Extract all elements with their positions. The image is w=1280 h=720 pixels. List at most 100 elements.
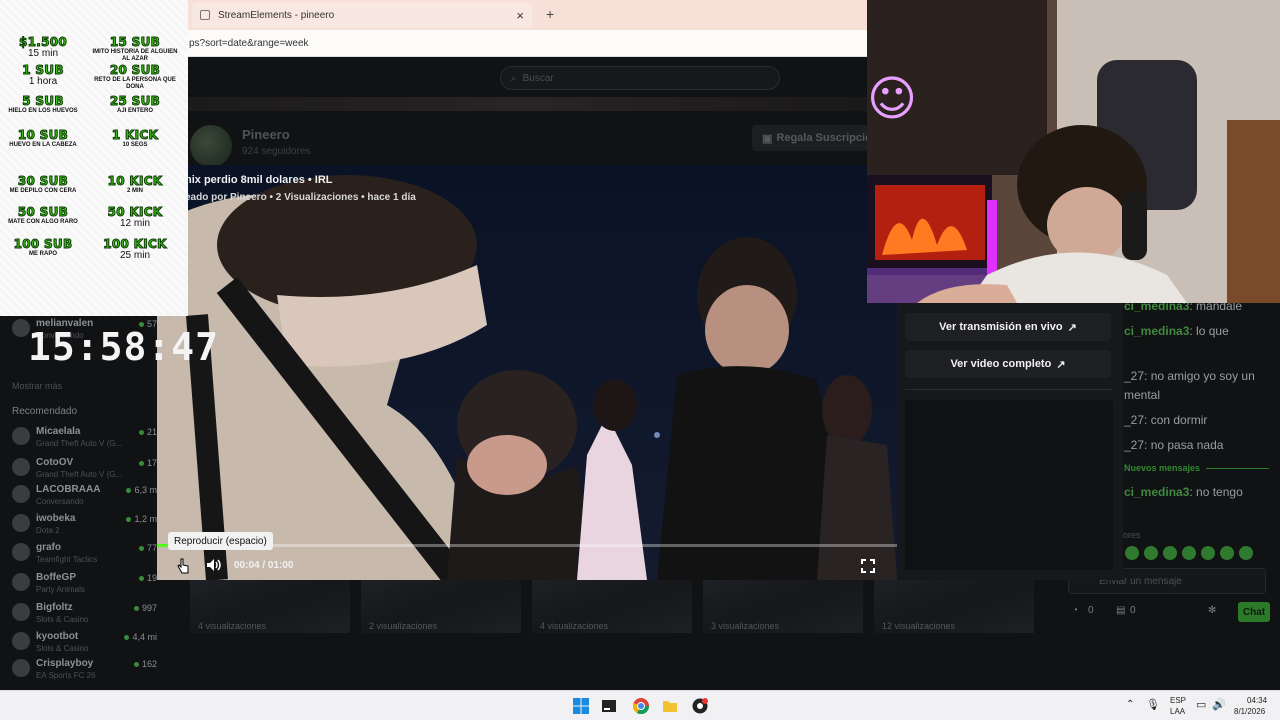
chat-text: _27: no pasa nada xyxy=(1124,438,1224,452)
language-top[interactable]: ESP xyxy=(1170,696,1186,705)
avatar xyxy=(12,514,30,532)
sidebar-item-name: LACOBRAAA xyxy=(36,484,101,495)
file-explorer-button[interactable] xyxy=(662,698,678,714)
task-view-button[interactable] xyxy=(601,698,617,714)
avatar xyxy=(12,543,30,561)
sub-goals-overlay: $1.500 15 min 15 SUB IMITO HISTORIA DE ALGU… xyxy=(0,0,188,316)
avatar xyxy=(12,659,30,677)
sub-goal: 100 KICK 25 min xyxy=(92,238,178,261)
sidebar-item-crisplayboy[interactable]: Crisplayboy EA Sports FC 26 162 xyxy=(10,656,157,682)
emote[interactable] xyxy=(1201,546,1215,560)
webcam-overlay: ☺ xyxy=(867,0,1280,303)
volume-button[interactable] xyxy=(206,558,222,575)
browser-tab-strip: StreamElements - pineero × + xyxy=(188,0,867,30)
sidebar-item-lacobraaa[interactable]: LACOBRAAA Conversando 6,3 m xyxy=(10,482,157,508)
gift-icon: ▣ xyxy=(762,132,773,145)
sidebar-item-name: kyootbot xyxy=(36,631,79,642)
webcam-image: ☺ xyxy=(867,0,1280,303)
video-frame xyxy=(157,165,897,580)
new-tab-button[interactable]: + xyxy=(546,6,554,22)
chat-text: : lo que xyxy=(1189,324,1229,338)
clock-time[interactable]: 04:34 xyxy=(1247,696,1267,705)
avatar xyxy=(12,485,30,503)
emote[interactable] xyxy=(1125,546,1139,560)
sub-goal-reward: 10 SEGS xyxy=(122,142,148,148)
sidebar-item-iwobeka[interactable]: iwobeka Dota 2 1,2 m xyxy=(10,511,157,537)
fullscreen-button[interactable] xyxy=(861,559,875,576)
sidebar-item-name: CotoOV xyxy=(36,457,74,468)
emote[interactable] xyxy=(1239,546,1253,560)
close-tab-icon[interactable]: × xyxy=(516,8,524,23)
address-bar[interactable]: ps?sort=date&range=week xyxy=(188,30,867,57)
chat-text: _27: no amigo yo soy un xyxy=(1124,369,1255,383)
network-icon[interactable]: ▭ xyxy=(1196,698,1206,711)
sub-goal-target: $1.500 xyxy=(18,35,68,49)
sub-goal-target: 50 KICK xyxy=(107,205,163,219)
sidebar-item-bigfoltz[interactable]: Bigfoltz Slots & Casino 997 xyxy=(10,600,157,626)
watch-live-label: Ver transmisión en vivo xyxy=(939,321,1063,333)
chat-message: mental xyxy=(1124,388,1160,402)
settings-icon[interactable]: ✻ xyxy=(1208,605,1216,616)
sub-goal-target: 15 SUB xyxy=(109,35,161,49)
sidebar-item-boffegp[interactable]: BoffeGP Party Animals 19 xyxy=(10,570,157,596)
gift-sub-button[interactable]: ▣ Regala Suscripció xyxy=(752,125,867,151)
search-icon: ⌕ xyxy=(511,72,517,84)
sub-goal-reward: AJI ENTERO xyxy=(116,108,153,114)
sub-goal-target: 20 SUB xyxy=(109,63,161,77)
new-messages-divider[interactable]: Nuevos mensajes xyxy=(1124,463,1269,473)
video-player[interactable] xyxy=(157,165,897,580)
show-more-link[interactable]: Mostrar más xyxy=(12,381,62,391)
full-video-button[interactable]: Ver video completo ↗ xyxy=(905,350,1111,378)
sub-goal-reward: 2 MIN xyxy=(126,188,143,194)
sub-goal-target: 100 SUB xyxy=(13,237,73,251)
show-hidden-icons[interactable]: ⌃ xyxy=(1126,699,1134,710)
sidebar-item-viewers: 1,2 m xyxy=(126,514,157,524)
external-link-icon: ↗ xyxy=(1056,358,1066,371)
chat-send-button[interactable]: Chat xyxy=(1238,602,1270,622)
emote[interactable] xyxy=(1144,546,1158,560)
chat-username[interactable]: ci_medina3 xyxy=(1124,324,1189,338)
channel-banner xyxy=(188,97,868,111)
screen: ⌕ Buscar Pineero 924 seguidores ▣ Regala… xyxy=(0,0,1280,720)
obs-taskbar-button[interactable] xyxy=(692,698,708,714)
language-bottom[interactable]: LAA xyxy=(1170,707,1185,716)
browser-tab[interactable]: StreamElements - pineero × xyxy=(192,2,532,28)
emote[interactable] xyxy=(1182,546,1196,560)
sidebar-item-kyootbot[interactable]: kyootbot Slots & Casino 4,4 mi xyxy=(10,629,157,655)
microphone-icon[interactable]: 🎙 xyxy=(1146,698,1160,711)
emote[interactable] xyxy=(1163,546,1177,560)
sidebar-item-grafo[interactable]: grafo Teamfight Tactics 77 xyxy=(10,540,157,566)
sub-goal: 30 SUB ME DEPILO CON CERA xyxy=(0,175,86,195)
panel-content-box xyxy=(905,400,1113,570)
sidebar-item-micaelala[interactable]: Micaelala Grand Theft Auto V (G... 21 xyxy=(10,424,157,450)
sidebar-item-game: Dota 2 xyxy=(36,526,60,535)
sub-goal: 1 SUB 1 hora xyxy=(0,64,86,87)
sidebar-item-game: Conversando xyxy=(36,497,84,506)
sidebar-item-game: EA Sports FC 26 xyxy=(36,671,96,680)
start-button[interactable] xyxy=(573,698,589,714)
avatar xyxy=(12,632,30,650)
gift-count-icon[interactable]: ◔ xyxy=(1072,605,1078,616)
channel-name[interactable]: Pineero xyxy=(242,127,290,142)
watch-live-button[interactable]: Ver transmisión en vivo ↗ xyxy=(905,313,1111,341)
sub-goal: 5 SUB HIELO EN LOS HUEVOS xyxy=(0,95,86,115)
inventory-icon[interactable]: ▤ xyxy=(1116,605,1125,616)
svg-text:☺: ☺ xyxy=(867,71,917,127)
gift-sub-label: Regala Suscripció xyxy=(776,132,867,144)
sidebar-item-name: BoffeGP xyxy=(36,572,76,583)
chat-username[interactable]: ci_medina3 xyxy=(1124,485,1189,499)
chrome-taskbar-button[interactable] xyxy=(632,698,650,715)
emote[interactable] xyxy=(1220,546,1234,560)
sidebar-item-cotoov[interactable]: CotoOV Grand Theft Auto V (G... 17 xyxy=(10,455,157,481)
sidebar-item-game: Slots & Casino xyxy=(36,644,89,653)
divider xyxy=(905,389,1113,390)
volume-tray-icon[interactable]: 🔊 xyxy=(1212,698,1226,711)
search-input[interactable]: ⌕ Buscar xyxy=(500,66,780,90)
channel-avatar[interactable] xyxy=(190,125,232,167)
chat-text: _27: con dormir xyxy=(1124,413,1208,427)
play-button[interactable] xyxy=(176,558,190,577)
sub-goal-target: 10 KICK xyxy=(107,174,163,188)
sub-goal-reward: 15 min xyxy=(27,48,58,59)
clock-date[interactable]: 8/1/2026 xyxy=(1234,707,1265,716)
sub-goal-target: 30 SUB xyxy=(17,174,69,188)
